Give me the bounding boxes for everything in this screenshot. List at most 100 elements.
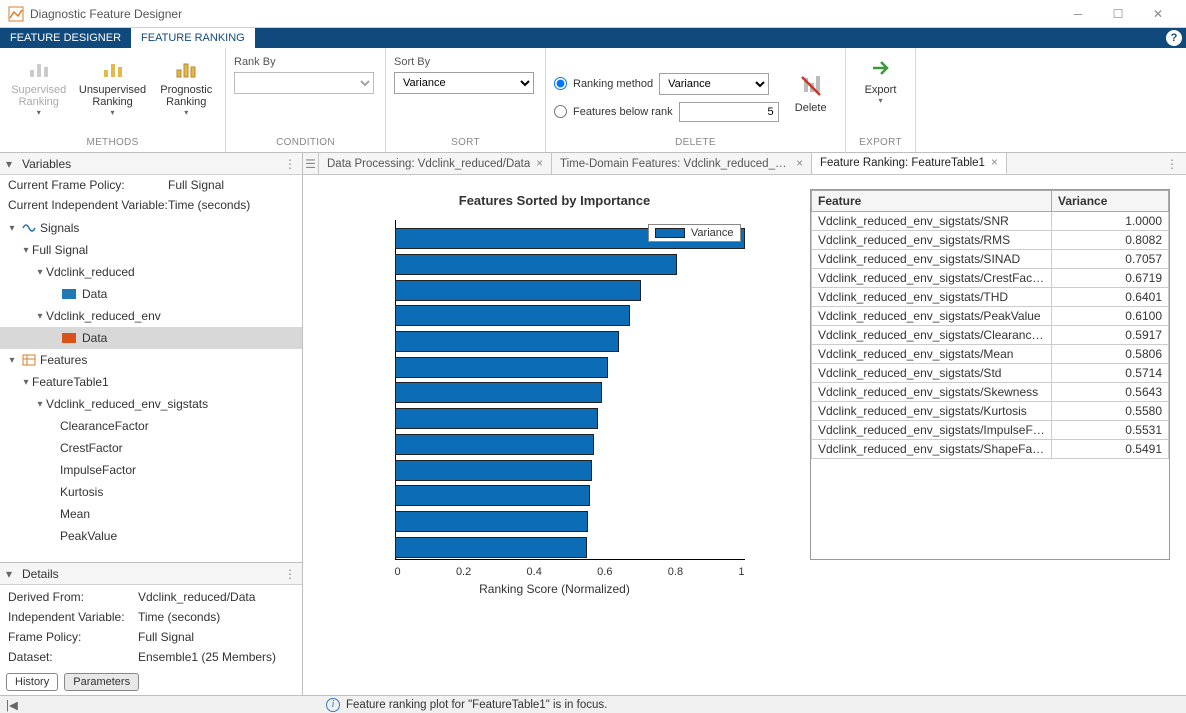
table-row[interactable]: Vdclink_reduced_env_sigstats/Kurtosis0.5… <box>812 402 1169 421</box>
indep-var-label: Current Independent Variable: <box>8 198 168 212</box>
cell-variance: 0.5531 <box>1052 421 1169 440</box>
xtick: 0 <box>395 566 401 578</box>
tab-feature-ranking[interactable]: FEATURE RANKING <box>131 28 255 48</box>
delete-method-select[interactable]: Variance <box>659 73 769 95</box>
group-label: EXPORT <box>854 135 907 150</box>
tree-node-vdclink-reduced-env[interactable]: ▾Vdclink_reduced_env <box>0 305 302 327</box>
more-icon[interactable]: ⋮ <box>284 157 296 171</box>
help-button[interactable]: ? <box>1166 30 1182 46</box>
tabs-menu-icon[interactable]: ☰ <box>303 153 319 174</box>
cell-feature: Vdclink_reduced_env_sigstats/Std <box>812 364 1052 383</box>
tab-history[interactable]: History <box>6 673 58 691</box>
col-variance[interactable]: Variance <box>1052 191 1169 212</box>
table-row[interactable]: Vdclink_reduced_env_sigstats/CrestFactor… <box>812 269 1169 288</box>
tree-leaf-data[interactable]: Data <box>0 283 302 305</box>
tree-node-full-signal[interactable]: ▾Full Signal <box>0 239 302 261</box>
features-below-radio[interactable] <box>554 105 567 118</box>
table-row[interactable]: Vdclink_reduced_env_sigstats/PeakValue0.… <box>812 307 1169 326</box>
table-row[interactable]: Vdclink_reduced_env_sigstats/Mean0.5806 <box>812 345 1169 364</box>
chevron-down-icon[interactable]: ▾ <box>34 311 46 322</box>
ranking-method-radio[interactable] <box>554 77 567 90</box>
tab-feature-designer[interactable]: FEATURE DESIGNER <box>0 28 131 48</box>
chart-bar <box>395 331 619 352</box>
tree-leaf-data-env[interactable]: Data <box>0 327 302 349</box>
tree-node-features[interactable]: ▾Features <box>0 349 302 371</box>
status-bar: |◀ i Feature ranking plot for "FeatureTa… <box>0 695 1186 713</box>
chart-bar <box>395 254 678 275</box>
close-button[interactable]: ✕ <box>1138 0 1178 28</box>
chevron-down-icon[interactable]: ▾ <box>34 267 46 278</box>
panel-header-variables[interactable]: ▾ Variables ⋮ <box>0 153 302 175</box>
tree-leaf[interactable]: ImpulseFactor <box>0 459 302 481</box>
table-row[interactable]: Vdclink_reduced_env_sigstats/Std0.5714 <box>812 364 1169 383</box>
prognostic-ranking-button[interactable]: Prognostic Ranking ▾ <box>156 52 218 121</box>
close-icon[interactable]: × <box>536 158 543 170</box>
tree-leaf[interactable]: PeakValue <box>0 525 302 547</box>
more-icon[interactable]: ⋮ <box>284 567 296 581</box>
tree-node-featuretable1[interactable]: ▾FeatureTable1 <box>0 371 302 393</box>
radio-label: Features below rank <box>573 106 673 118</box>
tree-node-sigstats[interactable]: ▾Vdclink_reduced_env_sigstats <box>0 393 302 415</box>
document-tabs: ☰ Data Processing: Vdclink_reduced/Data×… <box>303 153 1186 175</box>
chevron-down-icon[interactable]: ▾ <box>20 377 32 388</box>
title-bar: Diagnostic Feature Designer ─ ☐ ✕ <box>0 0 1186 28</box>
cell-variance: 1.0000 <box>1052 212 1169 231</box>
chevron-down-icon[interactable]: ▾ <box>20 245 32 256</box>
group-label: DELETE <box>554 135 837 150</box>
close-icon[interactable]: × <box>991 157 998 169</box>
xtick: 0.2 <box>456 566 471 578</box>
tree-leaf[interactable]: ClearanceFactor <box>0 415 302 437</box>
feature-ranking-table[interactable]: Feature Variance Vdclink_reduced_env_sig… <box>810 189 1170 560</box>
color-swatch <box>62 333 76 343</box>
cell-variance: 0.6719 <box>1052 269 1169 288</box>
minimize-button[interactable]: ─ <box>1058 0 1098 28</box>
cell-variance: 0.5714 <box>1052 364 1169 383</box>
doc-tab-data-processing[interactable]: Data Processing: Vdclink_reduced/Data× <box>319 153 552 174</box>
chevron-down-icon[interactable]: ▾ <box>6 355 18 366</box>
tab-parameters[interactable]: Parameters <box>64 673 139 691</box>
rankby-label: Rank By <box>234 56 374 68</box>
rank-threshold-input[interactable] <box>679 102 779 122</box>
table-row[interactable]: Vdclink_reduced_env_sigstats/SINAD0.7057 <box>812 250 1169 269</box>
signal-icon <box>22 221 36 235</box>
xtick: 0.6 <box>597 566 612 578</box>
tree-leaf[interactable]: Mean <box>0 503 302 525</box>
tree-leaf[interactable]: CrestFactor <box>0 437 302 459</box>
indep-var-value: Time (seconds) <box>168 198 250 212</box>
doc-tab-feature-ranking[interactable]: Feature Ranking: FeatureTable1× <box>812 153 1007 174</box>
table-row[interactable]: Vdclink_reduced_env_sigstats/Skewness0.5… <box>812 383 1169 402</box>
chevron-down-icon[interactable]: ▾ <box>6 223 18 234</box>
close-icon[interactable]: × <box>796 158 803 170</box>
chevron-down-icon[interactable]: ▾ <box>34 399 46 410</box>
table-row[interactable]: Vdclink_reduced_env_sigstats/Clearance..… <box>812 326 1169 345</box>
more-icon[interactable]: ⋮ <box>1158 153 1186 174</box>
col-feature[interactable]: Feature <box>812 191 1052 212</box>
export-button[interactable]: Export ▾ <box>854 52 907 109</box>
btn-label: Export <box>865 84 897 96</box>
group-label: CONDITION <box>234 135 377 150</box>
maximize-button[interactable]: ☐ <box>1098 0 1138 28</box>
table-row[interactable]: Vdclink_reduced_env_sigstats/ImpulseFa..… <box>812 421 1169 440</box>
sortby-select[interactable]: Variance <box>394 72 534 94</box>
table-row[interactable]: Vdclink_reduced_env_sigstats/RMS0.8082 <box>812 231 1169 250</box>
table-row[interactable]: Vdclink_reduced_env_sigstats/SNR1.0000 <box>812 212 1169 231</box>
cell-variance: 0.5491 <box>1052 440 1169 459</box>
cell-variance: 0.8082 <box>1052 231 1169 250</box>
chart-bar <box>395 537 587 558</box>
goto-start-icon[interactable]: |◀ <box>6 698 20 712</box>
table-row[interactable]: Vdclink_reduced_env_sigstats/THD0.6401 <box>812 288 1169 307</box>
tree-node-vdclink-reduced[interactable]: ▾Vdclink_reduced <box>0 261 302 283</box>
frame-policy-label: Current Frame Policy: <box>8 178 168 192</box>
panel-header-details[interactable]: ▾ Details ⋮ <box>0 563 302 585</box>
toolstrip-tabs: FEATURE DESIGNER FEATURE RANKING ? <box>0 28 1186 48</box>
tree-node-signals[interactable]: ▾Signals <box>0 217 302 239</box>
doc-tab-time-domain[interactable]: Time-Domain Features: Vdclink_reduced_en… <box>552 153 812 174</box>
cell-variance: 0.5806 <box>1052 345 1169 364</box>
unsupervised-ranking-button[interactable]: Unsupervised Ranking ▾ <box>78 52 148 121</box>
color-swatch <box>62 289 76 299</box>
tree-leaf[interactable]: Kurtosis <box>0 481 302 503</box>
delete-button[interactable]: Delete <box>787 70 835 118</box>
table-row[interactable]: Vdclink_reduced_env_sigstats/ShapeFactor… <box>812 440 1169 459</box>
variables-tree[interactable]: ▾Signals ▾Full Signal ▾Vdclink_reduced D… <box>0 215 302 562</box>
btn-label: Prognostic Ranking <box>160 84 212 108</box>
